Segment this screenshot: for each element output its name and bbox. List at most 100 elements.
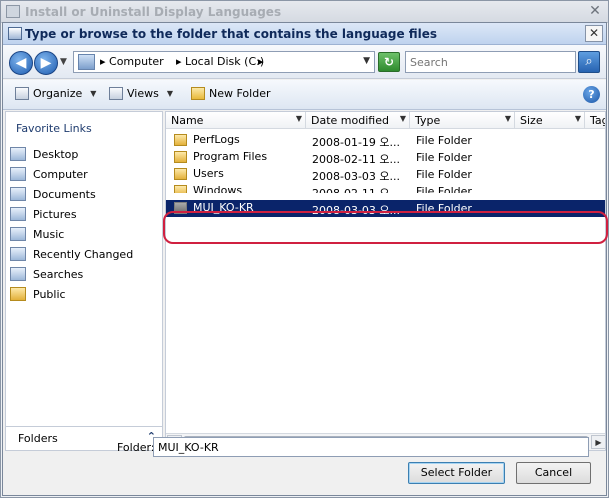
organize-button[interactable]: Organize ▼ (15, 87, 96, 100)
computer-icon (78, 54, 95, 70)
dialog-app-icon (8, 27, 22, 40)
nav-item-label: Public (33, 287, 66, 301)
row-name: Windows (193, 184, 243, 193)
nav-item-documents[interactable]: Documents (10, 184, 133, 204)
file-list: Name ▼ Date modified ▼ Type ▼ Size ▼ Tag… (165, 111, 606, 451)
row-name: PerfLogs (193, 133, 240, 146)
chevron-down-icon[interactable]: ▼ (400, 114, 406, 123)
nav-item-music[interactable]: Music (10, 224, 133, 244)
outer-window-title: Install or Uninstall Display Languages (25, 5, 282, 19)
nav-item-public[interactable]: Public (10, 284, 133, 304)
views-icon (109, 87, 123, 100)
row-name: MUI_KO-KR (193, 201, 254, 214)
row-name-cell: PerfLogs (174, 133, 306, 146)
new-folder-button[interactable]: New Folder (191, 87, 270, 100)
search-input[interactable] (405, 51, 576, 73)
cancel-button[interactable]: Cancel (516, 462, 591, 484)
table-row-selected[interactable]: MUI_KO-KR 2008-03-03 오... File Folder (166, 200, 605, 217)
folders-label: Folders (18, 432, 58, 445)
row-date: 2008-02-11 오... (312, 153, 401, 166)
favorite-links-header: Favorite Links (16, 122, 92, 135)
nav-item-computer[interactable]: Computer (10, 164, 133, 184)
select-folder-button[interactable]: Select Folder (408, 462, 505, 484)
address-dropdown-icon[interactable]: ▼ (363, 56, 370, 66)
row-type: File Folder (416, 151, 472, 164)
nav-item-searches[interactable]: Searches (10, 264, 133, 284)
row-type: File Folder (416, 168, 472, 181)
column-header-label: Size (520, 114, 543, 127)
column-header-date-modified[interactable]: Date modified ▼ (306, 112, 410, 129)
table-row[interactable]: PerfLogs 2008-01-19 오... File Folder (166, 132, 605, 149)
row-name: Program Files (193, 150, 268, 163)
nav-item-label: Desktop (33, 147, 79, 161)
organize-dropdown-icon: ▼ (90, 89, 97, 98)
folder-icon (174, 150, 187, 163)
back-button[interactable]: ◀ (9, 51, 33, 75)
table-row[interactable]: Windows 2008-02-11 오... File Folder (166, 183, 605, 193)
row-type: File Folder (416, 202, 472, 215)
forward-button[interactable]: ▶ (34, 51, 58, 75)
outer-close-icon[interactable]: ✕ (586, 3, 604, 20)
chevron-down-icon[interactable]: ▼ (575, 114, 581, 123)
table-row[interactable]: Program Files 2008-02-11 오... File Folde… (166, 149, 605, 166)
column-header-type[interactable]: Type ▼ (410, 112, 515, 129)
row-type: File Folder (416, 134, 472, 147)
breadcrumb-chevron[interactable]: ▸ (258, 55, 264, 68)
column-header-tags[interactable]: Tags (585, 112, 605, 129)
folder-icon (174, 184, 187, 193)
dialog-titlebar: Type or browse to the folder that contai… (3, 23, 606, 45)
chevron-down-icon[interactable]: ▼ (505, 114, 511, 123)
organize-icon (15, 87, 29, 100)
desktop-icon (10, 147, 26, 161)
dialog-title: Type or browse to the folder that contai… (25, 27, 438, 41)
breadcrumb-local-disk[interactable]: ▸ Local Disk (C:) (176, 55, 264, 68)
outer-titlebar: Install or Uninstall Display Languages ✕ (1, 1, 608, 23)
row-name: Users (193, 167, 224, 180)
column-header-label: Tags (590, 114, 605, 127)
nav-item-label: Pictures (33, 207, 77, 221)
views-button[interactable]: Views ▼ (109, 87, 173, 100)
searches-icon (10, 267, 26, 281)
dialog-close-button[interactable]: ✕ (585, 25, 603, 42)
nav-item-label: Searches (33, 267, 84, 281)
address-bar[interactable]: ▸ Computer ▸ Local Disk (C:) ▸ ▼ (73, 51, 375, 73)
column-headers: Name ▼ Date modified ▼ Type ▼ Size ▼ Tag… (166, 112, 605, 129)
search-icon[interactable]: ⌕ (578, 51, 600, 73)
column-header-size[interactable]: Size ▼ (515, 112, 585, 129)
computer-icon (10, 167, 26, 181)
column-header-label: Name (171, 114, 204, 127)
pictures-icon (10, 207, 26, 221)
scroll-right-icon[interactable]: ▶ (591, 435, 605, 449)
nav-item-pictures[interactable]: Pictures (10, 204, 133, 224)
file-rows: PerfLogs 2008-01-19 오... File Folder Pro… (166, 132, 605, 217)
row-name-cell: MUI_KO-KR (174, 201, 306, 214)
breadcrumb-computer[interactable]: ▸ Computer (100, 55, 164, 68)
new-folder-icon (191, 87, 205, 100)
language-app-icon (6, 5, 20, 18)
folder-field-label: Folder: (117, 441, 155, 454)
nav-item-label: Computer (33, 167, 88, 181)
folder-icon (174, 133, 187, 146)
nav-item-recently-changed[interactable]: Recently Changed (10, 244, 133, 264)
row-date: 2008-01-19 오... (312, 136, 401, 149)
row-date: 2008-03-03 오... (312, 204, 401, 217)
folder-field[interactable] (153, 437, 589, 457)
nav-item-label: Music (33, 227, 65, 241)
table-row[interactable]: Users 2008-03-03 오... File Folder (166, 166, 605, 183)
recent-pages-dropdown-icon[interactable]: ▼ (60, 57, 67, 67)
organize-label: Organize (33, 87, 83, 100)
row-type: File Folder (416, 185, 472, 193)
row-date: 2008-03-03 오... (312, 170, 401, 183)
column-header-name[interactable]: Name ▼ (166, 112, 306, 129)
nav-item-desktop[interactable]: Desktop (10, 144, 133, 164)
help-icon[interactable]: ? (583, 86, 600, 103)
column-header-label: Date modified (311, 114, 389, 127)
documents-icon (10, 187, 26, 201)
views-label: Views (127, 87, 159, 100)
refresh-button[interactable]: ↻ (378, 52, 400, 72)
new-folder-label: New Folder (209, 87, 271, 100)
folder-icon (174, 167, 187, 180)
chevron-down-icon[interactable]: ▼ (296, 114, 302, 123)
folder-icon (174, 201, 187, 214)
navigation-pane: Favorite Links Desktop Computer Document… (5, 111, 163, 451)
